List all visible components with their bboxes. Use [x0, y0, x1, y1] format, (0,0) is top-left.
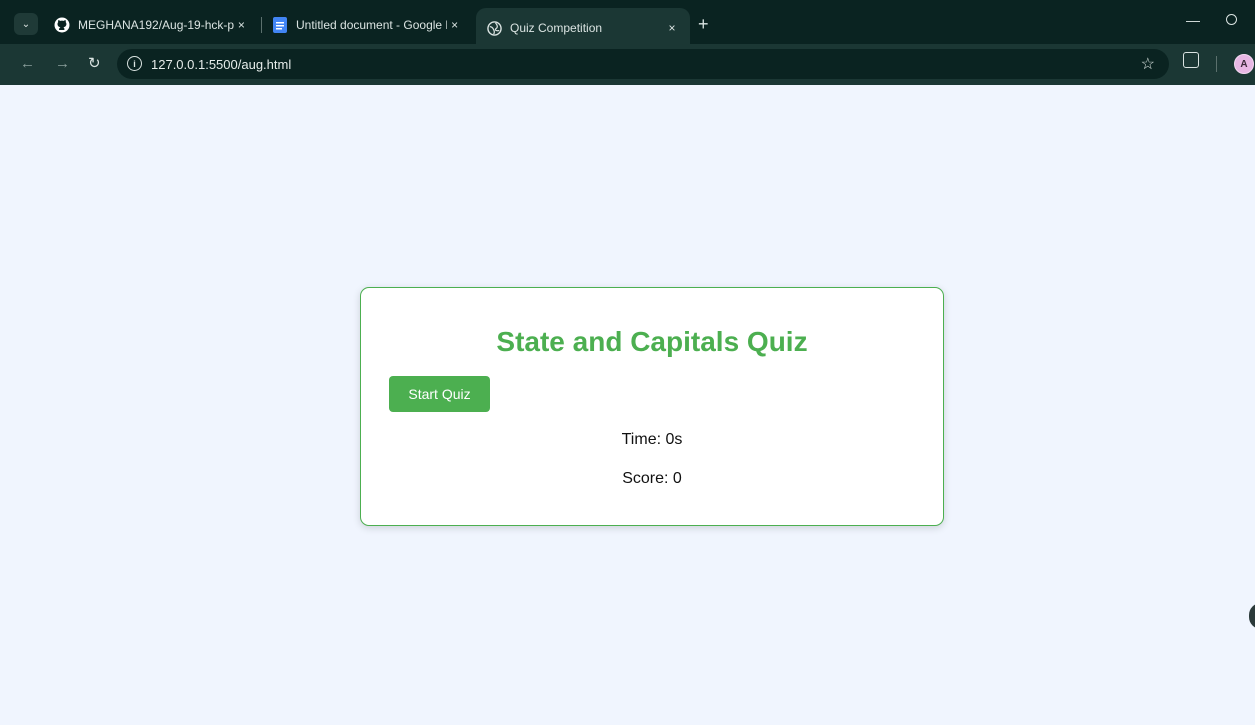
tab-google-docs[interactable]: Untitled document - Google Do ×: [262, 8, 472, 42]
profile-avatar[interactable]: A: [1234, 54, 1254, 74]
github-icon: [54, 17, 70, 33]
address-bar[interactable]: i 127.0.0.1:5500/aug.html ☆: [117, 49, 1169, 79]
tab-title: MEGHANA192/Aug-19-hck-p1: [78, 18, 234, 32]
new-tab-button[interactable]: +: [698, 14, 709, 34]
browser-toolbar: ← → ↻ i 127.0.0.1:5500/aug.html ☆: [0, 44, 1255, 85]
chevron-down-icon: ⌄: [21, 18, 31, 30]
tab-search-button[interactable]: ⌄: [14, 13, 38, 35]
score-display: Score: 0: [622, 470, 682, 487]
quiz-card: State and Capitals Quiz Start Quiz Time:…: [360, 287, 944, 526]
start-quiz-button[interactable]: Start Quiz: [389, 376, 490, 412]
extensions-icon[interactable]: [1183, 52, 1199, 68]
docs-icon: [272, 17, 288, 33]
reload-icon[interactable]: ↻: [88, 54, 101, 74]
browser-chrome: ⌄ MEGHANA192/Aug-19-hck-p1 × Untitled do…: [0, 0, 1255, 85]
close-icon[interactable]: ×: [234, 18, 249, 32]
timer-display: Time: 0s: [621, 431, 683, 448]
tab-strip: ⌄ MEGHANA192/Aug-19-hck-p1 × Untitled do…: [0, 0, 1255, 48]
close-icon[interactable]: ×: [664, 21, 680, 35]
restore-icon[interactable]: [1226, 14, 1237, 25]
quiz-title: State and Capitals Quiz: [496, 326, 808, 357]
forward-arrow-icon[interactable]: →: [55, 54, 70, 74]
site-info-icon[interactable]: i: [127, 56, 142, 71]
back-arrow-icon[interactable]: ←: [20, 54, 35, 74]
globe-icon: [486, 20, 502, 36]
url-text[interactable]: 127.0.0.1:5500/aug.html: [151, 57, 291, 72]
minimize-icon[interactable]: —: [1186, 12, 1200, 28]
tab-title: Untitled document - Google Do: [296, 18, 448, 32]
close-icon[interactable]: ×: [447, 18, 462, 32]
bookmark-star-icon[interactable]: ☆: [1141, 54, 1155, 74]
tab-quiz-competition[interactable]: Quiz Competition ×: [476, 8, 690, 48]
toolbar-divider: [1216, 56, 1217, 72]
tab-github[interactable]: MEGHANA192/Aug-19-hck-p1 ×: [44, 8, 259, 42]
tab-title: Quiz Competition: [510, 21, 603, 35]
